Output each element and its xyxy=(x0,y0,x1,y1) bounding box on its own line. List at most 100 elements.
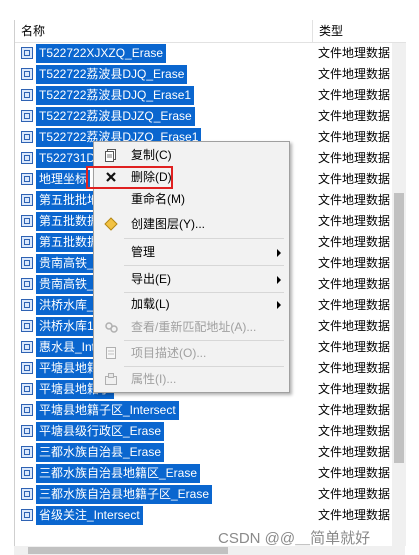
submenu-arrow-icon xyxy=(277,249,281,257)
item-name: 洪桥水库1 xyxy=(36,317,97,336)
feature-class-icon xyxy=(21,194,33,206)
menu-item-item-description: 项目描述(O)... xyxy=(94,342,289,364)
feature-class-icon xyxy=(21,152,33,164)
item-type: 文件地理数据 xyxy=(318,466,391,480)
item-type: 文件地理数据 xyxy=(318,235,391,249)
menu-item-label: 属性(I)... xyxy=(131,372,177,386)
item-type: 文件地理数据 xyxy=(318,298,391,312)
vertical-scroll-thumb[interactable] xyxy=(394,193,404,463)
layer-diamond-icon xyxy=(104,217,118,231)
menu-item-rename[interactable]: 重命名(M) xyxy=(94,188,289,210)
list-item[interactable]: T522722XJXZQ_Erase 文件地理数据 xyxy=(15,43,392,64)
feature-class-icon xyxy=(21,89,33,101)
feature-class-icon xyxy=(21,404,33,416)
menu-item-copy[interactable]: 复制(C) xyxy=(94,144,289,166)
list-item[interactable]: 三都水族自治县地籍子区_Erase 文件地理数据 xyxy=(15,484,392,505)
item-type: 文件地理数据 xyxy=(318,445,391,459)
feature-class-icon xyxy=(21,425,33,437)
menu-item-load[interactable]: 加载(L) xyxy=(94,293,289,315)
item-type: 文件地理数据 xyxy=(318,67,391,81)
item-type: 文件地理数据 xyxy=(318,256,391,270)
list-item[interactable]: 三都水族自治县地籍区_Erase 文件地理数据 xyxy=(15,463,392,484)
feature-class-icon xyxy=(21,131,33,143)
list-item[interactable]: 平塘县级行政区_Erase 文件地理数据 xyxy=(15,421,392,442)
menu-item-label: 项目描述(O)... xyxy=(131,346,207,360)
menu-item-create-layer[interactable]: 创建图层(Y)... xyxy=(94,213,289,235)
feature-class-icon xyxy=(21,320,33,332)
delete-highlight-box xyxy=(86,166,173,189)
item-type: 文件地理数据 xyxy=(318,403,391,417)
item-name: T522722荔波县DJQ_Erase1 xyxy=(36,86,195,105)
menu-separator xyxy=(124,265,284,266)
column-header-type[interactable]: 类型 xyxy=(313,20,393,42)
feature-class-icon xyxy=(21,110,33,122)
menu-item-label: 查看/重新匹配地址(A)... xyxy=(131,320,257,334)
feature-class-icon xyxy=(21,341,33,353)
menu-separator xyxy=(124,340,284,341)
menu-item-label: 加载(L) xyxy=(131,297,170,311)
address-icon xyxy=(105,322,118,333)
item-type: 文件地理数据 xyxy=(318,46,391,60)
item-type: 文件地理数据 xyxy=(318,109,391,123)
menu-item-properties: 属性(I)... xyxy=(94,368,289,390)
feature-class-icon xyxy=(21,383,33,395)
item-type: 文件地理数据 xyxy=(318,340,391,354)
menu-item-review-rematch-address: 查看/重新匹配地址(A)... xyxy=(94,316,289,338)
item-type: 文件地理数据 xyxy=(318,487,391,501)
vertical-scrollbar[interactable] xyxy=(392,43,406,546)
submenu-arrow-icon xyxy=(277,276,281,284)
item-name: T522722荔波县DJZQ_Erase xyxy=(36,107,195,126)
menu-item-label: 管理 xyxy=(131,245,156,259)
item-type: 文件地理数据 xyxy=(318,319,391,333)
item-name: 洪桥水库_ xyxy=(36,296,97,315)
feature-class-icon xyxy=(21,215,33,227)
menu-item-label: 导出(E) xyxy=(131,272,171,286)
column-header-name[interactable]: 名称 xyxy=(15,20,313,42)
list-item[interactable]: 省级关注_Intersect 文件地理数据 xyxy=(15,505,392,526)
item-name: 平塘县级行政区_Erase xyxy=(36,422,165,441)
menu-item-label: 重命名(M) xyxy=(131,192,185,206)
item-type: 文件地理数据 xyxy=(318,88,391,102)
menu-item-manage[interactable]: 管理 xyxy=(94,241,289,263)
item-type: 文件地理数据 xyxy=(318,130,391,144)
item-type: 文件地理数据 xyxy=(318,172,391,186)
list-item[interactable]: T522722荔波县DJZQ_Erase 文件地理数据 xyxy=(15,106,392,127)
feature-class-icon xyxy=(21,467,33,479)
item-type: 文件地理数据 xyxy=(318,193,391,207)
item-name: 三都水族自治县_Erase xyxy=(36,443,165,462)
feature-class-icon xyxy=(21,488,33,500)
properties-icon xyxy=(105,373,117,385)
feature-class-icon xyxy=(21,236,33,248)
submenu-arrow-icon xyxy=(277,301,281,309)
item-type: 文件地理数据 xyxy=(318,361,391,375)
item-type: 文件地理数据 xyxy=(318,151,391,165)
feature-class-icon xyxy=(21,257,33,269)
item-name: T522722XJXZQ_Erase xyxy=(36,44,167,63)
feature-class-icon xyxy=(21,173,33,185)
feature-class-icon xyxy=(21,278,33,290)
list-item[interactable]: T522722荔波县DJQ_Erase1 文件地理数据 xyxy=(15,85,392,106)
feature-class-icon xyxy=(21,68,33,80)
item-name: 省级关注_Intersect xyxy=(36,506,143,525)
item-type: 文件地理数据 xyxy=(318,277,391,291)
item-name: 三都水族自治县地籍区_Erase xyxy=(36,464,201,483)
description-icon xyxy=(106,347,116,359)
feature-class-icon xyxy=(21,509,33,521)
menu-separator xyxy=(124,238,284,239)
item-type: 文件地理数据 xyxy=(318,424,391,438)
column-header: 名称 类型 xyxy=(15,20,406,43)
menu-item-label: 复制(C) xyxy=(131,148,172,162)
item-type: 文件地理数据 xyxy=(318,508,391,522)
list-item[interactable]: 平塘县地籍子区_Intersect 文件地理数据 xyxy=(15,400,392,421)
feature-class-icon xyxy=(21,47,33,59)
horizontal-scroll-thumb[interactable] xyxy=(28,547,228,554)
list-item[interactable]: 三都水族自治县_Erase 文件地理数据 xyxy=(15,442,392,463)
copy-icon xyxy=(105,149,116,162)
item-name: 平塘县地籍子区_Intersect xyxy=(36,401,179,420)
menu-separator xyxy=(124,366,284,367)
list-item[interactable]: T522722荔波县DJQ_Erase 文件地理数据 xyxy=(15,64,392,85)
feature-class-icon xyxy=(21,446,33,458)
feature-class-icon xyxy=(21,299,33,311)
menu-item-export[interactable]: 导出(E) xyxy=(94,268,289,290)
menu-item-label: 创建图层(Y)... xyxy=(131,217,205,231)
